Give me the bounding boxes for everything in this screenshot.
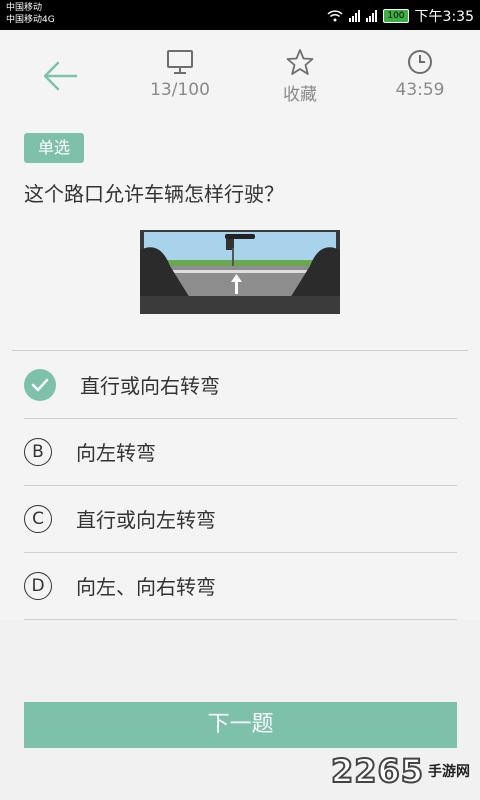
watermark-text: 手游网 [428, 764, 470, 780]
wifi-icon [327, 10, 343, 22]
watermark-number: 2265 [330, 751, 424, 791]
timer: 43:59 [375, 48, 465, 100]
signal-icon [349, 10, 361, 22]
watermark-logo: 2265 手游网 [330, 751, 470, 791]
option-label: 向左、向右转弯 [76, 575, 216, 599]
status-icons: 100 下午3:35 [327, 6, 474, 26]
carrier-2: 中国移动4G [6, 15, 55, 25]
question-text: 这个路口允许车辆怎样行驶？ [24, 182, 284, 206]
timer-label: 43:59 [395, 80, 445, 100]
option-marker-b: B [24, 437, 52, 466]
star-icon [286, 49, 314, 75]
option-label: 直行或向右转弯 [80, 374, 220, 398]
option-marker-c: C [24, 504, 52, 533]
question-image [140, 230, 340, 314]
back-arrow-icon [43, 61, 78, 91]
clock: 下午3:35 [414, 9, 474, 25]
carrier-1: 中国移动 [6, 3, 43, 13]
option-c[interactable]: C 直行或向左转弯 [24, 485, 457, 553]
check-icon [24, 368, 56, 401]
next-question-button[interactable]: 下一题 [24, 702, 457, 748]
progress-label: 13/100 [150, 80, 210, 100]
question-type-tag: 单选 [24, 133, 84, 163]
option-a[interactable]: 直行或向右转弯 [24, 351, 457, 419]
signal-icon-2 [366, 10, 378, 22]
carrier-info: 中国移动 中国移动4G [6, 2, 55, 26]
option-marker-d: D [24, 571, 52, 600]
option-label: 直行或向左转弯 [76, 508, 216, 532]
option-b[interactable]: B 向左转弯 [24, 418, 457, 486]
option-label: 向左转弯 [76, 441, 156, 465]
favorite-button[interactable]: 收藏 [255, 48, 345, 105]
progress-indicator[interactable]: 13/100 [135, 48, 225, 100]
exam-header: 13/100 收藏 43:59 [0, 30, 480, 120]
clock-icon [408, 50, 432, 74]
back-button[interactable] [40, 58, 80, 94]
favorite-label: 收藏 [283, 85, 317, 105]
status-bar: 中国移动 中国移动4G 100 下午3:35 [0, 0, 480, 30]
battery-icon: 100 [383, 9, 409, 23]
option-d[interactable]: D 向左、向右转弯 [24, 552, 457, 620]
monitor-icon [167, 50, 193, 74]
